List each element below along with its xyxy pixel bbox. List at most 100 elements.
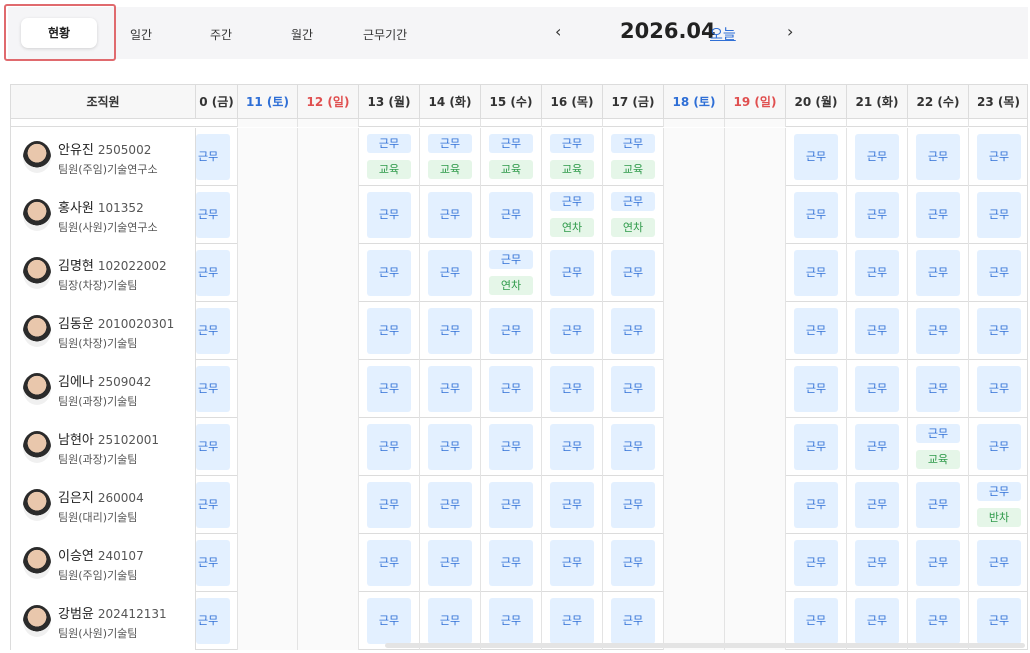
work-badge[interactable]: 근무: [794, 482, 838, 528]
schedule-cell[interactable]: 근무: [908, 302, 969, 360]
work-badge[interactable]: 근무: [916, 192, 960, 238]
work-badge[interactable]: 근무: [855, 540, 899, 586]
schedule-cell[interactable]: 근무: [359, 244, 420, 302]
employee-cell[interactable]: 김에나 2509042 팀원(과장)기술팀: [11, 360, 196, 418]
schedule-cell[interactable]: [238, 186, 298, 244]
schedule-cell[interactable]: [664, 128, 725, 186]
leave-badge[interactable]: 교육: [367, 160, 411, 179]
leave-badge[interactable]: 교육: [916, 450, 960, 469]
schedule-cell[interactable]: 근무: [786, 186, 847, 244]
work-badge[interactable]: 근무: [794, 308, 838, 354]
schedule-cell[interactable]: 근무: [603, 244, 664, 302]
work-badge[interactable]: 근무: [611, 250, 655, 296]
schedule-cell[interactable]: 근무: [420, 476, 481, 534]
work-badge[interactable]: 근무: [550, 598, 594, 644]
work-badge[interactable]: 근무: [196, 424, 230, 470]
work-badge[interactable]: 근무: [367, 134, 411, 153]
schedule-cell[interactable]: 근무: [359, 186, 420, 244]
schedule-cell[interactable]: 근무: [542, 302, 603, 360]
work-badge[interactable]: 근무: [428, 482, 472, 528]
work-badge[interactable]: 근무: [489, 424, 533, 470]
work-badge[interactable]: 근무: [611, 134, 655, 153]
work-badge[interactable]: 근무: [428, 308, 472, 354]
work-badge[interactable]: 근무: [489, 250, 533, 269]
schedule-cell[interactable]: [298, 534, 359, 592]
work-badge[interactable]: 근무: [550, 308, 594, 354]
work-badge[interactable]: 근무: [489, 482, 533, 528]
schedule-cell[interactable]: 근무: [481, 418, 542, 476]
work-badge[interactable]: 근무: [916, 424, 960, 443]
work-badge[interactable]: 근무: [794, 540, 838, 586]
schedule-cell[interactable]: [664, 534, 725, 592]
schedule-cell[interactable]: 근무: [542, 592, 603, 650]
employee-cell[interactable]: 남현아 25102001 팀원(과장)기술팀: [11, 418, 196, 476]
leave-badge[interactable]: 연차: [611, 218, 655, 237]
schedule-cell[interactable]: [298, 360, 359, 418]
schedule-cell[interactable]: [664, 302, 725, 360]
schedule-cell[interactable]: 근무: [969, 592, 1027, 650]
employee-cell[interactable]: 안유진 2505002 팀원(주임)기술연구소: [11, 128, 196, 186]
leave-badge[interactable]: 교육: [428, 160, 472, 179]
schedule-cell[interactable]: [238, 302, 298, 360]
schedule-cell[interactable]: 근무: [603, 360, 664, 418]
schedule-cell[interactable]: 근무: [420, 302, 481, 360]
work-badge[interactable]: 근무: [611, 598, 655, 644]
schedule-cell[interactable]: 근무교육: [908, 418, 969, 476]
schedule-cell[interactable]: [725, 244, 786, 302]
schedule-cell[interactable]: 근무: [908, 244, 969, 302]
work-badge[interactable]: 근무: [916, 308, 960, 354]
schedule-cell[interactable]: [238, 476, 298, 534]
schedule-cell[interactable]: 근무: [603, 476, 664, 534]
schedule-cell[interactable]: [238, 418, 298, 476]
employee-cell[interactable]: 김은지 260004 팀원(대리)기술팀: [11, 476, 196, 534]
schedule-cell[interactable]: [664, 186, 725, 244]
schedule-cell[interactable]: [298, 476, 359, 534]
work-badge[interactable]: 근무: [611, 540, 655, 586]
schedule-cell[interactable]: 근무: [908, 534, 969, 592]
schedule-cell[interactable]: 근무: [481, 534, 542, 592]
work-badge[interactable]: 근무: [855, 424, 899, 470]
leave-badge[interactable]: 연차: [489, 276, 533, 295]
schedule-cell[interactable]: 근무: [603, 302, 664, 360]
work-badge[interactable]: 근무: [367, 540, 411, 586]
schedule-cell[interactable]: 근무 반차: [969, 476, 1027, 534]
schedule-cell[interactable]: 근무: [420, 244, 481, 302]
work-badge[interactable]: 근무: [550, 192, 594, 211]
schedule-cell[interactable]: 근무: [420, 360, 481, 418]
schedule-cell[interactable]: 근무: [847, 534, 908, 592]
schedule-cell[interactable]: 근무: [969, 360, 1027, 418]
schedule-cell[interactable]: [238, 360, 298, 418]
schedule-cell[interactable]: 근무: [969, 534, 1027, 592]
tab-weekly[interactable]: 주간: [210, 26, 232, 43]
schedule-cell[interactable]: [664, 476, 725, 534]
schedule-cell[interactable]: 근무: [603, 592, 664, 650]
schedule-cell[interactable]: 근무: [847, 302, 908, 360]
work-badge[interactable]: 근무: [196, 598, 230, 644]
schedule-cell[interactable]: 근무: [847, 360, 908, 418]
schedule-cell[interactable]: 근무교육: [542, 128, 603, 186]
work-badge[interactable]: 근무: [196, 134, 230, 180]
schedule-cell[interactable]: [725, 534, 786, 592]
work-badge[interactable]: 근무: [794, 598, 838, 644]
work-badge[interactable]: 근무: [794, 366, 838, 412]
schedule-cell[interactable]: 근무: [908, 360, 969, 418]
leave-badge[interactable]: 교육: [550, 160, 594, 179]
work-badge[interactable]: 근무: [196, 250, 230, 296]
schedule-cell[interactable]: 근무: [786, 418, 847, 476]
schedule-cell[interactable]: 근무: [196, 476, 238, 534]
work-badge[interactable]: 근무: [550, 366, 594, 412]
schedule-cell[interactable]: 근무: [603, 534, 664, 592]
schedule-cell[interactable]: [238, 244, 298, 302]
schedule-cell[interactable]: 근무: [481, 476, 542, 534]
schedule-cell[interactable]: 근무: [786, 476, 847, 534]
work-badge[interactable]: 근무: [550, 134, 594, 153]
schedule-cell[interactable]: 근무: [481, 186, 542, 244]
schedule-cell[interactable]: 근무: [847, 476, 908, 534]
work-badge[interactable]: 근무: [367, 250, 411, 296]
schedule-cell[interactable]: [298, 418, 359, 476]
schedule-cell[interactable]: [298, 244, 359, 302]
schedule-cell[interactable]: 근무: [969, 186, 1027, 244]
work-badge[interactable]: 근무: [977, 308, 1021, 354]
work-badge[interactable]: 근무: [855, 192, 899, 238]
work-badge[interactable]: 근무: [916, 366, 960, 412]
